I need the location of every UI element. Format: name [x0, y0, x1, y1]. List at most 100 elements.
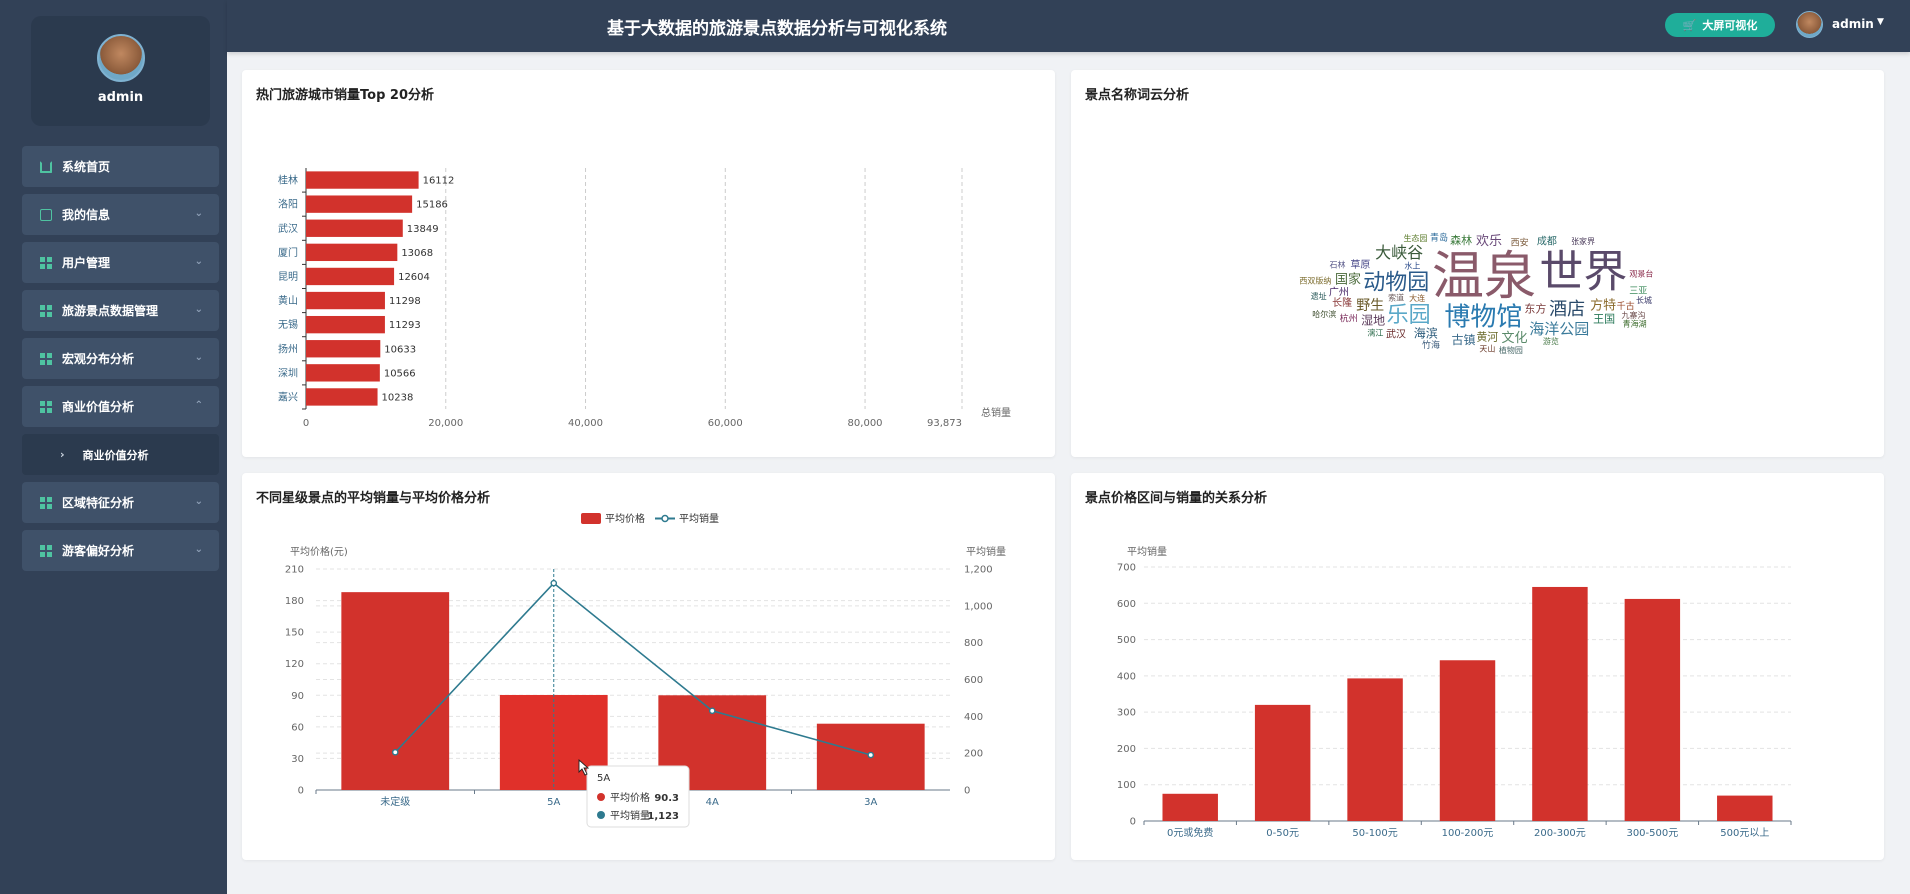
word: 王国 [1593, 312, 1615, 325]
tick-label: 120 [285, 659, 304, 670]
sidebar-item-label: 用户管理 [62, 256, 111, 270]
panel-city-sales: 热门旅游城市销量Top 20分析 0 20,000 40,000 60,000 80,0… [242, 70, 1055, 457]
sidebar-menu: 系统首页 我的信息 ⌄ 用户管理 ⌄ 旅游景点数据管理 ⌄ 宏观分布分析 ⌄ 商… [22, 146, 219, 578]
line-point [391, 748, 399, 756]
tick-label: 0 [303, 418, 309, 429]
caret-down-icon[interactable]: ▼ [1877, 17, 1884, 27]
tooltip-label: 平均销量 [610, 809, 650, 822]
wordcloud-chart[interactable]: 温泉 世界博物馆动物园乐园 酒店 大峡谷海洋公园 野生 方特文化 国家 欢乐古镇 湿地海滨 黄河 东… [1071, 70, 1884, 457]
data-label: 12604 [398, 272, 430, 283]
sidebar-item-regional-features[interactable]: 区域特征分析 ⌄ [22, 482, 219, 523]
word: 草原 [1350, 259, 1370, 271]
sidebar-item-macro-distribution[interactable]: 宏观分布分析 ⌄ [22, 338, 219, 379]
bar [1624, 598, 1681, 821]
data-label: 13849 [407, 224, 439, 235]
city-sales-chart[interactable]: 0 20,000 40,000 60,000 80,000 93,873 总销量 嘉兴 1023… [242, 70, 1055, 457]
word: 张家界 [1571, 236, 1595, 246]
word: 乐园 [1387, 303, 1431, 328]
avatar[interactable] [96, 34, 145, 82]
tick-label: 80,000 [848, 418, 883, 429]
category-label: 3A [864, 797, 877, 808]
sidebar-item-visitor-preference[interactable]: 游客偏好分析 ⌄ [22, 530, 219, 571]
category-label: 黄山 [278, 294, 298, 307]
tick-label: 100 [1117, 780, 1136, 791]
category-label: 0-50元 [1266, 828, 1299, 839]
word: 生态园 [1403, 233, 1427, 243]
submenu-item-business-value[interactable]: › 商业价值分析 [22, 434, 219, 475]
id-card-icon [40, 208, 52, 221]
tick-label: 700 [1117, 563, 1136, 574]
tick-label: 180 [285, 596, 304, 607]
word: 杭州 [1340, 313, 1358, 325]
sidebar-item-label: 区域特征分析 [62, 496, 135, 510]
tooltip-marker [597, 793, 605, 801]
header-username[interactable]: admin [1832, 17, 1874, 31]
sidebar-item-spot-data[interactable]: 旅游景点数据管理 ⌄ [22, 290, 219, 331]
legend-swatch [581, 513, 601, 524]
tick-label: 1,000 [964, 601, 993, 612]
category-label: 4A [706, 797, 719, 808]
word: 青岛 [1430, 231, 1448, 243]
tick-label: 93,873 [927, 418, 962, 429]
word: 酒店 [1549, 299, 1585, 320]
chevron-down-icon: ⌄ [194, 544, 203, 555]
category-label: 0元或免费 [1167, 826, 1213, 839]
tick-label: 150 [285, 628, 304, 639]
line-series [394, 582, 871, 756]
tick-label: 800 [964, 638, 983, 649]
header-avatar[interactable] [1796, 11, 1823, 38]
sidebar-item-label: 游客偏好分析 [62, 544, 135, 558]
sidebar-item-user-management[interactable]: 用户管理 ⌄ [22, 242, 219, 283]
word: 文化 [1502, 331, 1528, 346]
bar [306, 267, 395, 286]
top-header: 基于大数据的旅游景点数据分析与可视化系统 🛒 大屏可视化 admin ▼ [227, 0, 1910, 52]
word: 石林 [1330, 259, 1346, 269]
tooltip-title: 5A [597, 773, 610, 784]
word: 武汉 [1386, 327, 1406, 340]
chevron-down-icon: ⌄ [194, 304, 203, 315]
tick-label: 60 [291, 722, 304, 733]
word: 青海湖 [1623, 319, 1647, 329]
category-label: 厦门 [278, 246, 298, 259]
tick-label: 210 [285, 565, 304, 576]
word: 长城 [1636, 295, 1652, 305]
tick-label: 400 [1117, 671, 1136, 682]
word: 大连 [1409, 293, 1425, 303]
category-label: 无锡 [278, 318, 298, 331]
data-label: 15186 [416, 200, 448, 211]
grid-icon [40, 256, 52, 269]
data-label: 10238 [382, 392, 414, 403]
word: 东方 [1524, 301, 1546, 315]
word: 博物馆 [1444, 302, 1522, 332]
bar [306, 315, 385, 334]
tick-label: 40,000 [568, 418, 603, 429]
bar [1717, 795, 1773, 821]
sidebar-item-home[interactable]: 系统首页 [22, 146, 219, 187]
tick-label: 300 [1117, 708, 1136, 719]
sidebar-item-business-value[interactable]: 商业价值分析 ⌃ [22, 386, 219, 427]
sidebar-item-label: 我的信息 [62, 208, 111, 222]
star-level-chart[interactable]: 平均价格 平均销量平均价格(元) 平均销量030609012015018021002… [242, 473, 1055, 860]
sidebar-item-my-info[interactable]: 我的信息 ⌄ [22, 194, 219, 235]
sidebar: admin 系统首页 我的信息 ⌄ 用户管理 ⌄ 旅游景点数据管理 ⌄ 宏观分布… [0, 0, 227, 894]
axis-label: 平均销量 [1127, 545, 1167, 558]
word: 世界 [1539, 247, 1627, 298]
word: 黄河 [1476, 329, 1498, 343]
category-label: 500元以上 [1720, 827, 1769, 839]
category-label: 扬州 [278, 342, 298, 355]
word: 广州 [1329, 286, 1349, 298]
tick-label: 0 [298, 786, 304, 797]
word: 九寨沟 [1622, 310, 1646, 320]
category-label: 50-100元 [1352, 828, 1397, 839]
submenu-item-label: 商业价值分析 [82, 448, 149, 462]
chevron-down-icon: ⌄ [194, 256, 203, 267]
bigscreen-button[interactable]: 🛒 大屏可视化 [1665, 13, 1775, 37]
tick-label: 60,000 [708, 418, 743, 429]
word: 竹海 [1422, 339, 1440, 351]
profile-username: admin [97, 90, 144, 105]
tooltip-value: 90.3 [654, 793, 679, 804]
tick-label: 600 [964, 675, 983, 686]
word: 水上 [1404, 260, 1420, 270]
bar [306, 364, 380, 382]
price-range-chart[interactable]: 平均销量 0 100 200 300 400 500 600 700 0元或免费 0-50元 50-1… [1071, 473, 1884, 860]
